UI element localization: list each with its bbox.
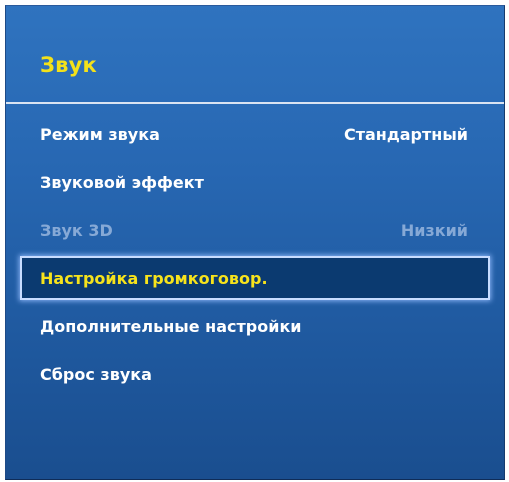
menu-item-value: Низкий xyxy=(400,220,468,240)
menu-item-label: Настройка громкоговор. xyxy=(40,268,268,288)
sound-settings-panel: Звук Режим звука Стандартный Звуковой эф… xyxy=(5,5,505,480)
menu-item-label: Режим звука xyxy=(40,124,160,144)
menu-item-sound-effect[interactable]: Звуковой эффект xyxy=(20,160,490,204)
menu-item-3d-sound: Звук 3D Низкий xyxy=(20,208,490,252)
menu-item-label: Звук 3D xyxy=(40,220,113,240)
menu-item-additional-settings[interactable]: Дополнительные настройки xyxy=(20,304,490,348)
menu-item-sound-mode[interactable]: Режим звука Стандартный xyxy=(20,112,490,156)
menu-item-speaker-settings[interactable]: Настройка громкоговор. xyxy=(20,256,490,300)
menu-item-value: Стандартный xyxy=(343,124,468,144)
menu-title: Звук xyxy=(40,53,97,77)
menu-item-label: Сброс звука xyxy=(40,364,152,384)
menu-item-label: Звуковой эффект xyxy=(40,172,204,192)
menu-item-reset-sound[interactable]: Сброс звука xyxy=(20,352,490,396)
title-divider xyxy=(6,102,504,104)
menu-item-label: Дополнительные настройки xyxy=(40,316,302,336)
